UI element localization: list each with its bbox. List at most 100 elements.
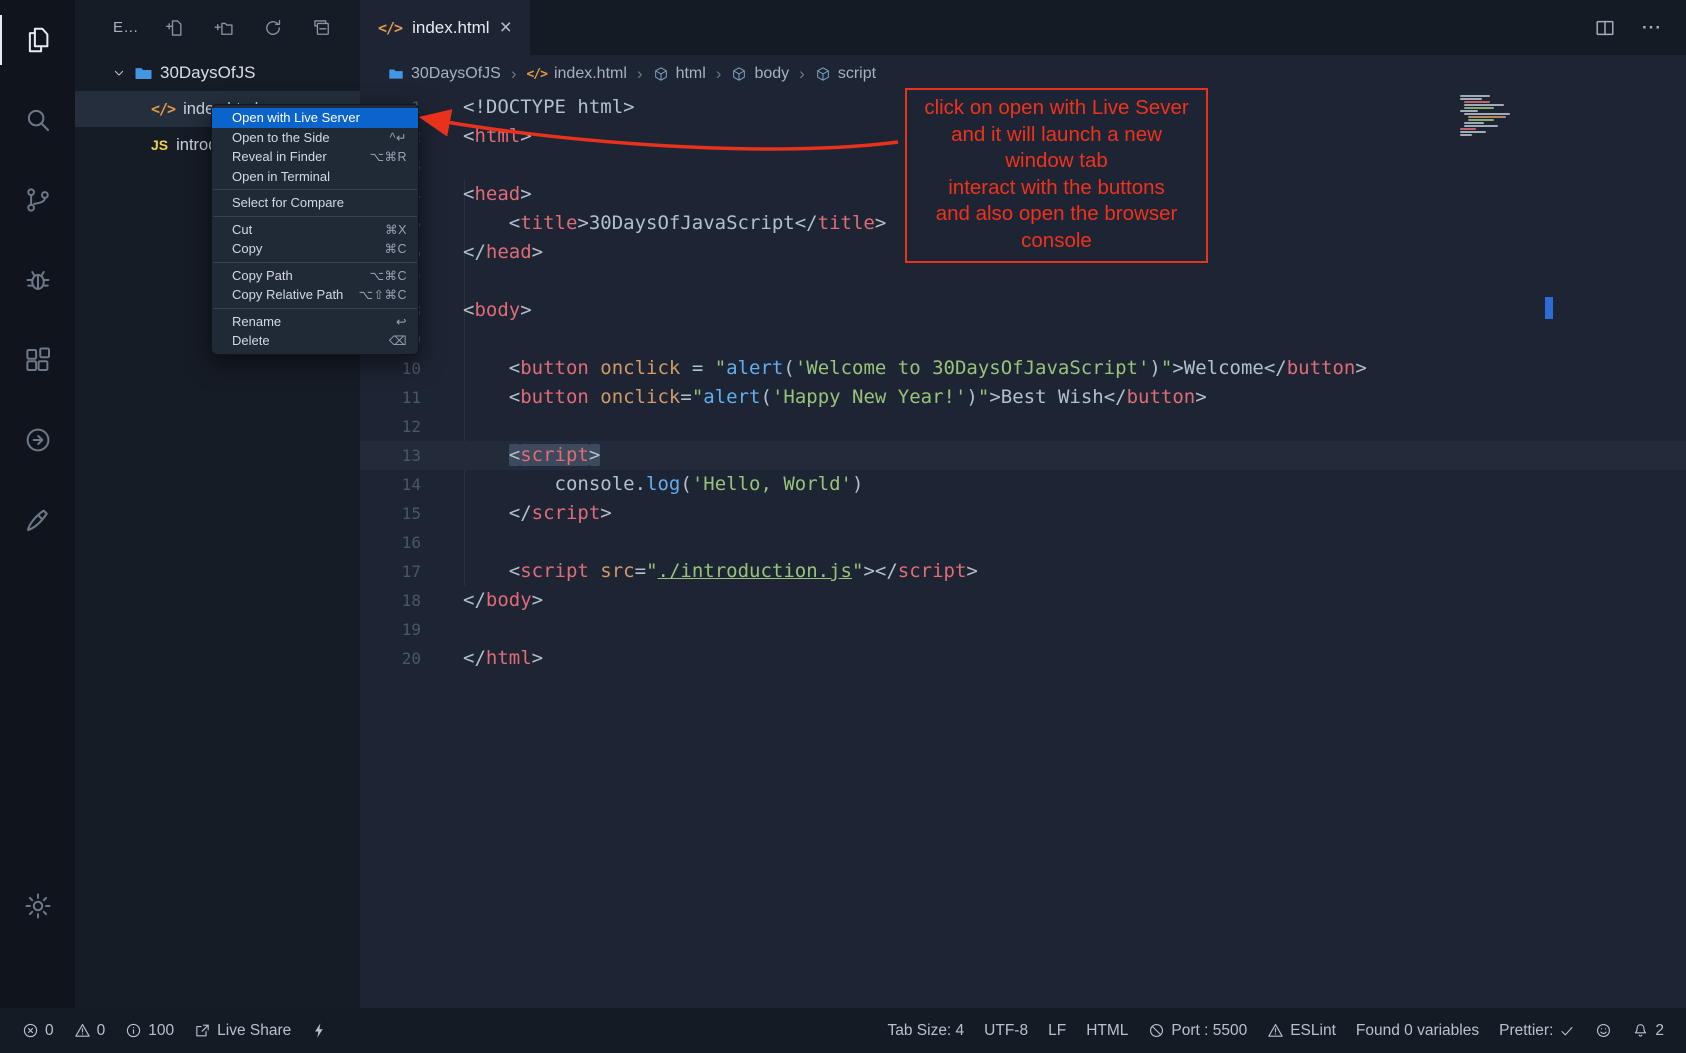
code-token: ( xyxy=(680,473,691,495)
code-line-16[interactable]: 16 xyxy=(360,528,1686,557)
tab-index-html[interactable]: </>index.html× xyxy=(360,0,530,55)
activity-bottom xyxy=(0,866,75,946)
code-token: > xyxy=(966,560,977,582)
activity-item-settings[interactable] xyxy=(0,866,75,946)
status-label: Found 0 variables xyxy=(1356,1022,1479,1040)
line-number: 14 xyxy=(360,470,421,499)
status-notifications[interactable]: 2 xyxy=(1622,1008,1674,1053)
menu-item-cut[interactable]: Cut⌘X xyxy=(212,220,418,240)
activity-item-source-control[interactable] xyxy=(0,160,75,240)
status-port[interactable]: Port : 5500 xyxy=(1138,1008,1257,1053)
menu-item-open-with-live-server[interactable]: Open with Live Server xyxy=(212,108,418,128)
menu-item-copy-relative-path[interactable]: Copy Relative Path⌥⇧⌘C xyxy=(212,285,418,305)
more-actions-button[interactable]: ··· xyxy=(1642,18,1662,38)
line-content: </html> xyxy=(421,644,543,673)
refresh-explorer-button[interactable] xyxy=(263,18,283,38)
menu-item-rename[interactable]: Rename↩ xyxy=(212,312,418,332)
code-line-17[interactable]: 17 <script src="./introduction.js"></scr… xyxy=(360,557,1686,586)
menu-shortcut: ⌘C xyxy=(384,241,407,256)
code-line-10[interactable]: 10 <button onclick = "alert('Welcome to … xyxy=(360,354,1686,383)
status-left: 00100Live Share xyxy=(12,1008,338,1053)
minimap-line xyxy=(1464,104,1504,106)
status-errors[interactable]: 0 xyxy=(12,1008,64,1053)
menu-divider xyxy=(213,262,417,263)
minimap[interactable] xyxy=(1458,95,1543,137)
code-line-15[interactable]: 15 </script> xyxy=(360,499,1686,528)
files-icon xyxy=(23,25,53,55)
status-feedback[interactable] xyxy=(1585,1008,1622,1053)
code-token: < xyxy=(463,560,520,582)
breadcrumb-item-body[interactable]: body xyxy=(731,65,789,83)
code-line-11[interactable]: 11 <button onclick="alert('Happy New Yea… xyxy=(360,383,1686,412)
new-folder-button[interactable] xyxy=(214,18,234,38)
code-line-8[interactable]: 8<body> xyxy=(360,296,1686,325)
code-token: 'Hello, World' xyxy=(692,473,852,495)
status-eslint[interactable]: ESLint xyxy=(1257,1008,1346,1053)
menu-divider xyxy=(213,308,417,309)
code-line-18[interactable]: 18</body> xyxy=(360,586,1686,615)
code-line-9[interactable]: 9 xyxy=(360,325,1686,354)
code-token xyxy=(589,357,600,379)
split-icon xyxy=(1594,17,1616,39)
minimap-line xyxy=(1464,122,1484,124)
code-token: " xyxy=(978,386,989,408)
activity-item-explorer[interactable] xyxy=(0,0,75,80)
activity-item-live-share[interactable] xyxy=(0,400,75,480)
status-variables[interactable]: Found 0 variables xyxy=(1346,1008,1489,1053)
menu-item-reveal-in-finder[interactable]: Reveal in Finder⌥⌘R xyxy=(212,147,418,167)
status-tab-size[interactable]: Tab Size: 4 xyxy=(877,1008,974,1053)
code-line-20[interactable]: 20</html> xyxy=(360,644,1686,673)
code-token: src xyxy=(600,560,634,582)
status-prettier[interactable]: Prettier: xyxy=(1489,1008,1585,1053)
activity-item-search[interactable] xyxy=(0,80,75,160)
collapse-folders-button[interactable] xyxy=(312,18,332,38)
menu-item-select-for-compare[interactable]: Select for Compare xyxy=(212,193,418,213)
context-menu: Open with Live ServerOpen to the Side^↵R… xyxy=(211,104,419,355)
status-eol[interactable]: LF xyxy=(1038,1008,1076,1053)
status-language-mode[interactable]: HTML xyxy=(1076,1008,1138,1053)
menu-item-delete[interactable]: Delete⌫ xyxy=(212,331,418,351)
breadcrumb-item-script[interactable]: script xyxy=(815,65,876,83)
bell-icon xyxy=(1632,1022,1649,1039)
status-label: Live Share xyxy=(217,1022,291,1040)
breadcrumb-separator: › xyxy=(636,64,644,84)
code-line-7[interactable]: 7 xyxy=(360,267,1686,296)
code-line-19[interactable]: 19 xyxy=(360,615,1686,644)
code-token: > xyxy=(1355,357,1366,379)
menu-item-copy[interactable]: Copy⌘C xyxy=(212,239,418,259)
breadcrumb-item-index-html[interactable]: </>index.html xyxy=(526,65,626,83)
activity-item-run-debug[interactable] xyxy=(0,240,75,320)
split-editor-button[interactable] xyxy=(1594,17,1616,39)
breadcrumb-item-30daysofjs[interactable]: 30DaysOfJS xyxy=(388,65,501,83)
new-file-button[interactable] xyxy=(165,18,185,38)
explorer-header: E… xyxy=(75,0,360,55)
tree-folder-30daysofjs[interactable]: 30DaysOfJS xyxy=(75,55,360,91)
code-token: > xyxy=(600,502,611,524)
line-number: 13 xyxy=(360,441,421,470)
line-number: 17 xyxy=(360,557,421,586)
status-info[interactable]: 100 xyxy=(115,1008,184,1053)
code-line-14[interactable]: 14 console.log('Hello, World') xyxy=(360,470,1686,499)
menu-item-label: Open in Terminal xyxy=(232,169,330,184)
code-token: script xyxy=(520,444,589,466)
status-warnings[interactable]: 0 xyxy=(64,1008,116,1053)
menu-item-copy-path[interactable]: Copy Path⌥⌘C xyxy=(212,266,418,286)
refresh-icon xyxy=(263,18,283,38)
code-token: > xyxy=(1195,386,1206,408)
close-icon[interactable]: × xyxy=(500,17,512,38)
scrollbar-marker[interactable] xyxy=(1545,297,1553,319)
breadcrumb-item-html[interactable]: html xyxy=(653,65,706,83)
code-line-13[interactable]: 13 <script> xyxy=(360,441,1686,470)
eslint-icon xyxy=(1267,1022,1284,1039)
status-live-share[interactable]: Live Share xyxy=(184,1008,301,1053)
code-token: onclick xyxy=(600,386,680,408)
menu-item-open-in-terminal[interactable]: Open in Terminal xyxy=(212,167,418,187)
activity-item-extensions[interactable] xyxy=(0,320,75,400)
code-line-12[interactable]: 12 xyxy=(360,412,1686,441)
menu-item-open-to-the-side[interactable]: Open to the Side^↵ xyxy=(212,128,418,148)
status-quick-action[interactable] xyxy=(301,1008,338,1053)
annotation-box: click on open with Live Severand it will… xyxy=(905,88,1208,263)
status-encoding[interactable]: UTF-8 xyxy=(974,1008,1038,1053)
activity-item-editing-tool[interactable] xyxy=(0,480,75,560)
breadcrumb-label: index.html xyxy=(554,65,627,83)
